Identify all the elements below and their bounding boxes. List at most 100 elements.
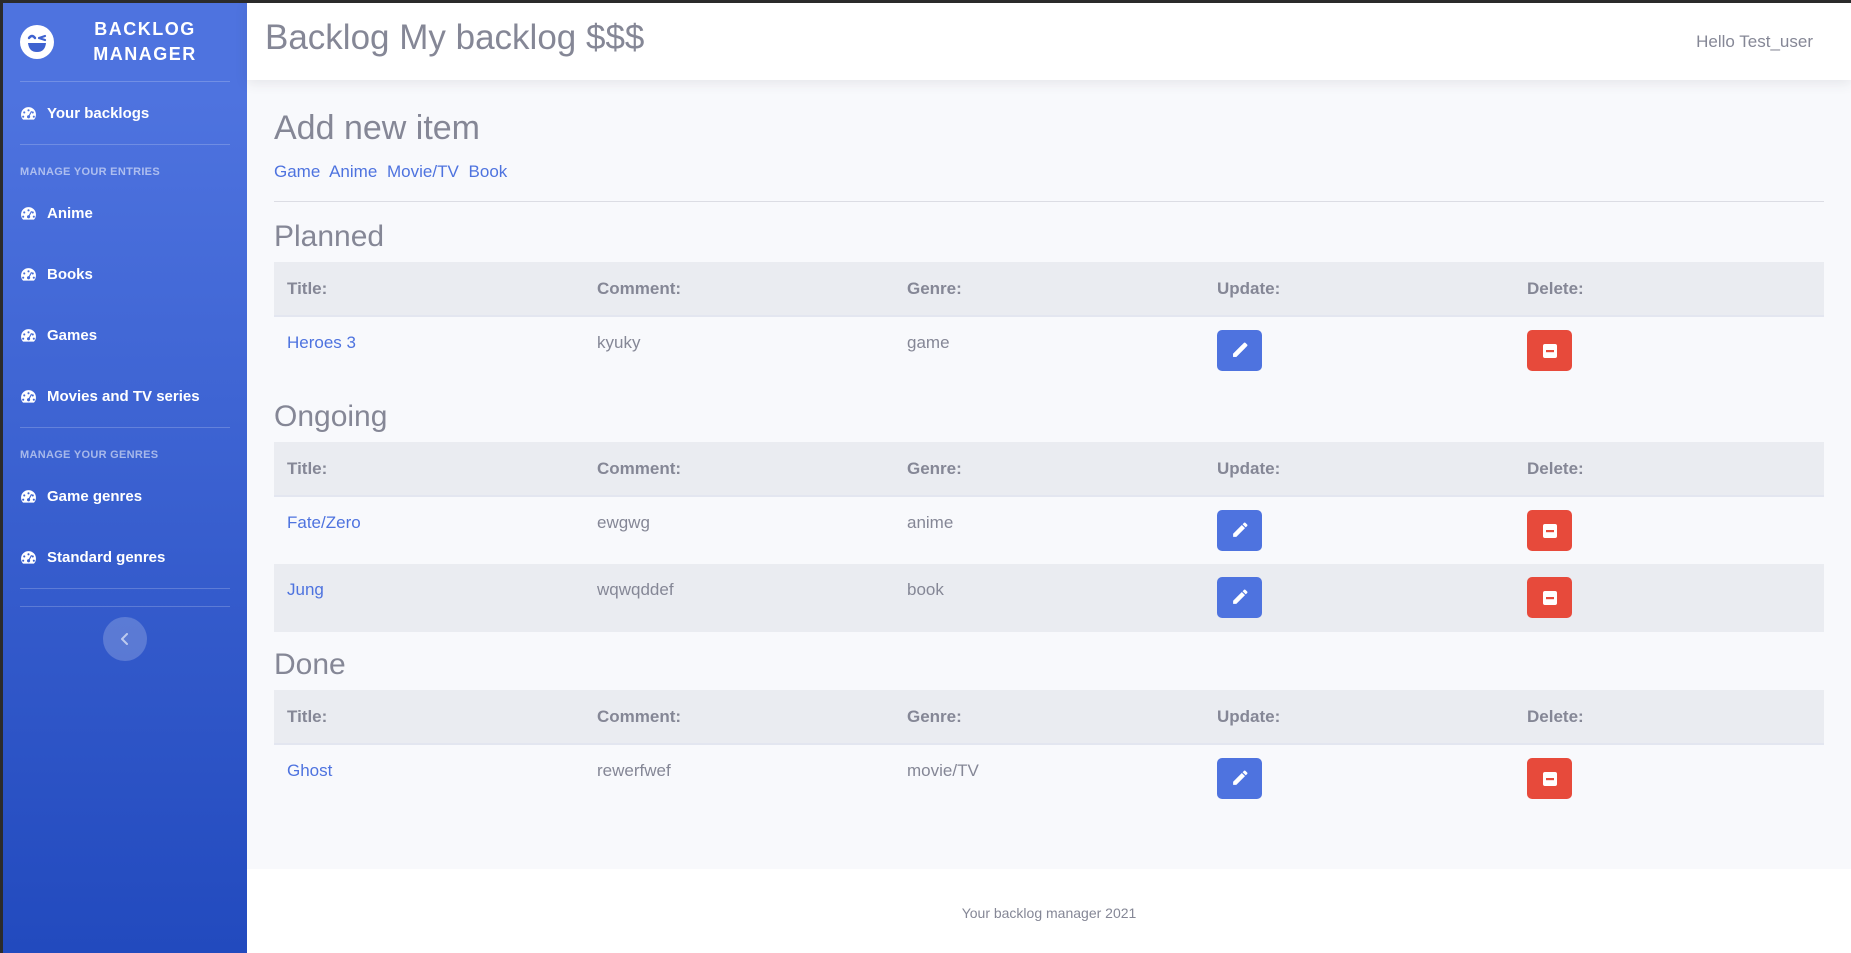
add-item-heading: Add new item [274, 109, 480, 147]
sidebar-item-movies-tv[interactable]: Movies and TV series [3, 366, 247, 427]
footer: Your backlog manager 2021 [247, 869, 1851, 953]
column-header-update: Update: [1204, 442, 1514, 497]
delete-cell [1514, 496, 1824, 564]
update-button[interactable] [1217, 330, 1262, 371]
sidebar-divider [20, 427, 230, 428]
column-header-title: Title: [274, 262, 584, 317]
tachometer-icon [21, 490, 36, 503]
item-comment: wqwqddef [584, 564, 894, 632]
item-title-link[interactable]: Fate/Zero [274, 496, 584, 564]
done-heading: Done [274, 648, 346, 681]
add-item-links: Game Anime Movie/TV Book [274, 162, 1824, 182]
item-title-link[interactable]: Heroes 3 [274, 316, 584, 384]
sidebar-brand[interactable]: BACKLOG MANAGER [3, 3, 247, 81]
ongoing-table: Title: Comment: Genre: Update: Delete: F… [274, 442, 1824, 632]
tachometer-icon [21, 268, 36, 281]
minus-square-icon [1542, 771, 1557, 786]
delete-button[interactable] [1527, 510, 1572, 551]
column-header-title: Title: [274, 442, 584, 497]
sidebar-divider [20, 144, 230, 145]
tachometer-icon [21, 329, 36, 342]
user-greeting[interactable]: Hello Test_user [1696, 32, 1813, 52]
update-cell [1204, 496, 1514, 564]
tachometer-icon [21, 106, 36, 120]
item-genre: movie/TV [907, 761, 979, 780]
column-header-comment: Comment: [584, 262, 894, 317]
sidebar-item-label: Your backlogs [47, 104, 150, 122]
brand-name: BACKLOG MANAGER [55, 17, 235, 67]
table-row: Jung wqwqddef book [274, 564, 1824, 632]
sidebar-item-label: Movies and TV series [47, 388, 200, 405]
update-button[interactable] [1217, 758, 1262, 799]
table-row: Ghost rewerfwef movie/TV [274, 744, 1824, 812]
update-button[interactable] [1217, 510, 1262, 551]
table-header-row: Title: Comment: Genre: Update: Delete: [274, 442, 1824, 497]
sidebar-item-label: Standard genres [47, 549, 166, 566]
column-header-genre: Genre: [894, 262, 1204, 317]
sidebar: BACKLOG MANAGER Your backlogs MANAGE YOU… [3, 3, 247, 953]
item-title-link[interactable]: Ghost [274, 744, 584, 812]
sidebar-item-anime[interactable]: Anime [3, 183, 247, 244]
chevron-left-icon [121, 633, 128, 645]
delete-button[interactable] [1527, 758, 1572, 799]
sidebar-item-books[interactable]: Books [3, 244, 247, 305]
update-cell [1204, 744, 1514, 812]
tachometer-icon [21, 551, 36, 564]
ongoing-heading: Ongoing [274, 400, 388, 433]
pencil-icon [1233, 342, 1248, 357]
tachometer-icon [21, 207, 36, 220]
sidebar-item-games[interactable]: Games [3, 305, 247, 366]
planned-table: Title: Comment: Genre: Update: Delete: H… [274, 262, 1824, 384]
tachometer-icon [21, 390, 36, 403]
planned-heading: Planned [274, 220, 385, 253]
footer-copyright: Your backlog manager 2021 [961, 905, 1137, 921]
brand-line-1: BACKLOG [94, 19, 196, 39]
content-wrapper: Backlog My backlog $$$ Hello Test_user A… [247, 3, 1851, 953]
sidebar-toggle-button[interactable] [103, 617, 147, 661]
page-title: Backlog My backlog $$$ [265, 17, 645, 57]
delete-cell [1514, 564, 1824, 632]
sidebar-item-label: Games [47, 327, 98, 344]
table-header-row: Title: Comment: Genre: Update: Delete: [274, 690, 1824, 745]
item-genre: book [894, 564, 1204, 632]
column-header-update: Update: [1204, 690, 1514, 745]
add-book-link[interactable]: Book [469, 162, 508, 181]
column-header-comment: Comment: [584, 690, 894, 745]
sidebar-item-game-genres[interactable]: Game genres [3, 466, 247, 527]
add-game-link[interactable]: Game [274, 162, 320, 181]
table-header-row: Title: Comment: Genre: Update: Delete: [274, 262, 1824, 317]
item-comment: rewerfwef [597, 761, 671, 780]
sidebar-divider [20, 606, 230, 607]
delete-cell [1514, 316, 1824, 384]
column-header-genre: Genre: [894, 690, 1204, 745]
item-genre: game [907, 333, 950, 352]
sidebar-item-label: Anime [47, 205, 93, 222]
laugh-wink-icon [20, 25, 54, 59]
column-header-update: Update: [1204, 262, 1514, 317]
section-divider [274, 201, 1824, 202]
sidebar-item-standard-genres[interactable]: Standard genres [3, 527, 247, 588]
minus-square-icon [1542, 343, 1557, 358]
add-anime-link[interactable]: Anime [329, 162, 377, 181]
brand-line-2: MANAGER [93, 44, 197, 64]
sidebar-item-label: Books [47, 266, 93, 283]
delete-button[interactable] [1527, 330, 1572, 371]
add-movie-tv-link[interactable]: Movie/TV [387, 162, 459, 181]
delete-button[interactable] [1527, 577, 1572, 618]
minus-square-icon [1542, 523, 1557, 538]
column-header-title: Title: [274, 690, 584, 745]
update-cell [1204, 564, 1514, 632]
pencil-icon [1233, 522, 1248, 537]
item-title-link[interactable]: Jung [274, 564, 584, 632]
sidebar-heading-entries: MANAGE YOUR ENTRIES [20, 166, 160, 178]
sidebar-heading-genres: MANAGE YOUR GENRES [20, 449, 159, 461]
sidebar-divider [20, 588, 230, 589]
update-cell [1204, 316, 1514, 384]
column-header-delete: Delete: [1514, 442, 1824, 497]
sidebar-item-your-backlogs[interactable]: Your backlogs [3, 82, 247, 144]
update-button[interactable] [1217, 577, 1262, 618]
main-content: Add new item Game Anime Movie/TV Book Pl… [247, 80, 1851, 869]
pencil-icon [1233, 589, 1248, 604]
column-header-delete: Delete: [1514, 262, 1824, 317]
item-comment: ewgwg [597, 513, 650, 532]
